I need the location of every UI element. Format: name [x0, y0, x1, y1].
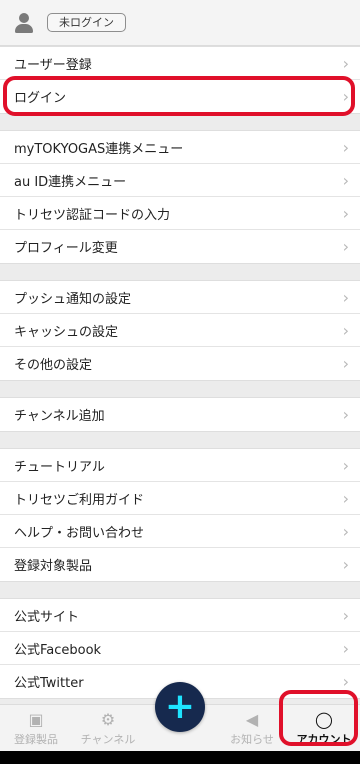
chevron-right-icon: › — [342, 320, 349, 340]
group-settings: プッシュ通知の設定 › キャッシュの設定 › その他の設定 › — [0, 280, 360, 381]
chevron-right-icon: › — [342, 605, 349, 625]
chevron-right-icon: › — [342, 488, 349, 508]
account-icon: ◯ — [315, 709, 333, 729]
menu-item-official-site[interactable]: 公式サイト › — [0, 599, 360, 632]
megaphone-icon: ◀ — [245, 709, 259, 729]
menu-item-profile[interactable]: プロフィール変更 › — [0, 230, 360, 263]
chevron-right-icon: › — [342, 170, 349, 190]
system-navigation-bar — [0, 751, 360, 764]
plus-icon: + — [164, 686, 196, 727]
menu-item-other-settings[interactable]: その他の設定 › — [0, 347, 360, 380]
tab-registered-products[interactable]: ▣ 登録製品 — [0, 705, 72, 752]
chevron-right-icon: › — [342, 672, 349, 691]
menu-item-push-settings[interactable]: プッシュ通知の設定 › — [0, 281, 360, 314]
channel-icon: ⚙ — [100, 709, 116, 729]
group-channel: チャンネル追加 › — [0, 397, 360, 432]
group-help: チュートリアル › トリセツご利用ガイド › ヘルプ・お問い合わせ › 登録対象製品 › — [0, 448, 360, 582]
menu-item-tutorial[interactable]: チュートリアル › — [0, 449, 360, 482]
add-fab-button[interactable]: + — [155, 682, 205, 732]
group-integration: myTOKYOGAS連携メニュー › au ID連携メニュー › トリセツ認証コード… — [0, 130, 360, 264]
chevron-right-icon: › — [342, 638, 349, 658]
menu-item-login[interactable]: ログイン › — [0, 80, 360, 113]
user-avatar-icon — [14, 12, 34, 33]
chevron-right-icon: › — [342, 203, 349, 223]
menu-item-add-channel[interactable]: チャンネル追加 › — [0, 398, 360, 431]
menu-item-guide[interactable]: トリセツご利用ガイド › — [0, 482, 360, 515]
chevron-right-icon: › — [342, 455, 349, 475]
registered-products-icon: ▣ — [28, 709, 44, 729]
tab-account[interactable]: ◯ アカウント — [288, 705, 360, 752]
account-header: 未ログイン — [0, 0, 360, 46]
menu-item-auth-code[interactable]: トリセツ認証コードの入力 › — [0, 197, 360, 230]
menu-item-help-contact[interactable]: ヘルプ・お問い合わせ › — [0, 515, 360, 548]
menu-item-user-registration[interactable]: ユーザー登録 › — [0, 47, 360, 80]
chevron-right-icon: › — [342, 555, 349, 574]
chevron-right-icon: › — [342, 354, 349, 373]
menu-item-auid[interactable]: au ID連携メニュー › — [0, 164, 360, 197]
settings-list: ユーザー登録 › ログイン › myTOKYOGAS連携メニュー › au ID連携メ… — [0, 46, 360, 699]
chevron-right-icon: › — [342, 287, 349, 307]
chevron-right-icon: › — [342, 53, 349, 73]
chevron-right-icon: › — [342, 137, 349, 157]
tab-news[interactable]: ◀ お知らせ — [216, 705, 288, 752]
group-account: ユーザー登録 › ログイン › — [0, 46, 360, 114]
menu-item-mytokyogas[interactable]: myTOKYOGAS連携メニュー › — [0, 131, 360, 164]
tab-channel[interactable]: ⚙ チャンネル — [72, 705, 144, 752]
chevron-right-icon: › — [342, 87, 349, 106]
chevron-right-icon: › — [342, 521, 349, 541]
chevron-right-icon: › — [342, 237, 349, 256]
menu-item-cache-settings[interactable]: キャッシュの設定 › — [0, 314, 360, 347]
chevron-right-icon: › — [342, 405, 349, 424]
menu-item-supported-products[interactable]: 登録対象製品 › — [0, 548, 360, 581]
login-status-badge: 未ログイン — [47, 13, 126, 32]
menu-item-official-facebook[interactable]: 公式Facebook › — [0, 632, 360, 665]
